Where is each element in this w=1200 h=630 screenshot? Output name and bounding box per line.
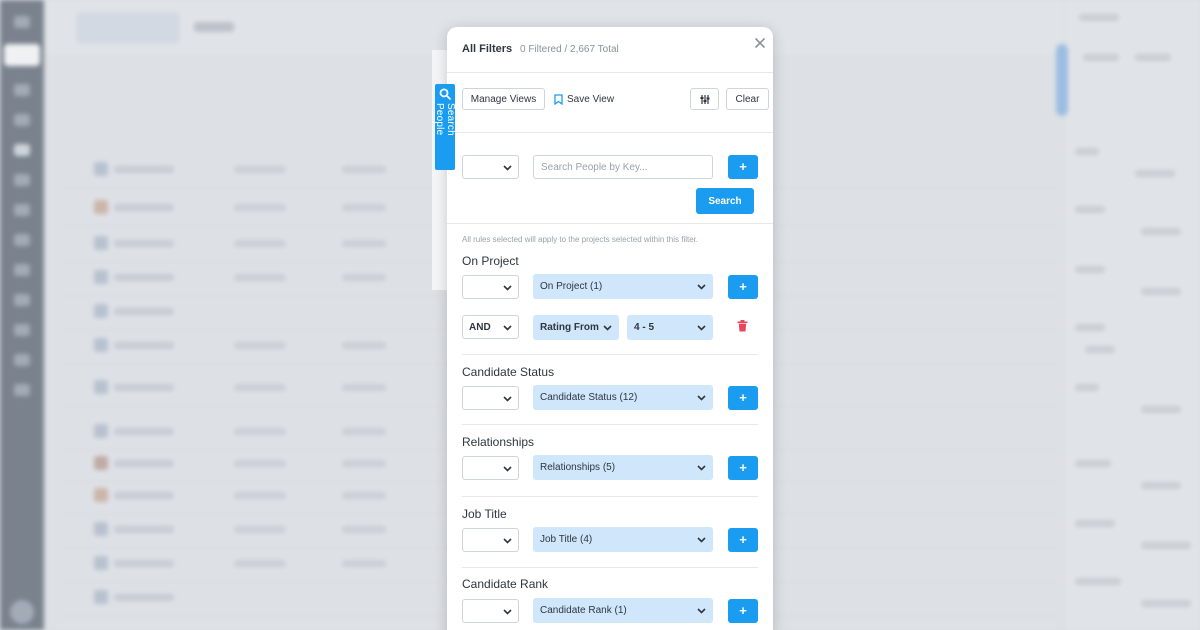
on-project-operator-select[interactable]: [462, 275, 519, 299]
candidate-rank-select-value: Candidate Rank (1): [540, 605, 627, 616]
search-people-input[interactable]: [533, 155, 713, 179]
sliders-icon: [700, 94, 709, 104]
delete-rule-icon[interactable]: [737, 320, 748, 332]
chevron-down-icon: [697, 284, 706, 290]
section-title-relationships: Relationships: [462, 435, 535, 449]
chevron-down-icon: [603, 325, 612, 331]
add-search-rule-button[interactable]: +: [728, 155, 758, 179]
add-relationships-rule-button[interactable]: +: [728, 456, 758, 480]
candidate-rank-operator-select[interactable]: [462, 599, 519, 623]
bookmark-icon: [554, 93, 563, 105]
section-divider: [462, 496, 758, 497]
section-divider: [462, 424, 758, 425]
chevron-down-icon: [503, 396, 512, 402]
chevron-down-icon: [697, 325, 706, 331]
on-project-select[interactable]: On Project (1): [533, 274, 713, 299]
manage-views-button[interactable]: Manage Views: [462, 88, 545, 110]
section-title-candidate-rank: Candidate Rank: [462, 577, 549, 591]
plus-icon: +: [739, 279, 747, 294]
add-candidate-rank-rule-button[interactable]: +: [728, 599, 758, 623]
rule-operator-value: AND: [469, 322, 491, 333]
chevron-down-icon: [503, 538, 512, 544]
relationships-select[interactable]: Relationships (5): [533, 455, 713, 480]
plus-icon: +: [739, 460, 747, 475]
plus-icon: +: [739, 532, 747, 547]
all-filters-modal: All Filters 0 Filtered / 2,667 Total Man…: [447, 27, 773, 630]
search-icon: [439, 88, 451, 100]
rating-from-value: Rating From: [540, 322, 599, 333]
section-title-on-project: On Project: [462, 254, 519, 268]
relationships-select-value: Relationships (5): [540, 462, 616, 473]
close-icon[interactable]: [753, 36, 767, 50]
chevron-down-icon: [503, 285, 512, 291]
search-button[interactable]: Search: [696, 188, 754, 214]
modal-title: All Filters: [462, 43, 513, 55]
chevron-down-icon: [697, 395, 706, 401]
chevron-down-icon: [697, 608, 706, 614]
save-view-label: Save View: [567, 93, 615, 105]
job-title-select-value: Job Title (4): [540, 534, 593, 545]
relationships-operator-select[interactable]: [462, 456, 519, 480]
section-title-candidate-status: Candidate Status: [462, 365, 555, 379]
plus-icon: +: [739, 603, 747, 618]
save-view-button[interactable]: Save View: [554, 92, 614, 106]
search-people-tab-label: Search People: [434, 102, 456, 136]
add-candidate-status-rule-button[interactable]: +: [728, 386, 758, 410]
rating-range-value: 4 - 5: [634, 322, 655, 333]
modal-header: All Filters 0 Filtered / 2,667 Total: [447, 27, 773, 73]
add-job-title-rule-button[interactable]: +: [728, 528, 758, 552]
candidate-status-operator-select[interactable]: [462, 386, 519, 410]
rule-operator-select[interactable]: AND: [462, 315, 519, 339]
add-on-project-rule-button[interactable]: +: [728, 275, 758, 299]
job-title-select[interactable]: Job Title (4): [533, 527, 713, 552]
chevron-down-icon: [697, 465, 706, 471]
plus-icon: +: [739, 159, 747, 174]
candidate-rank-select[interactable]: Candidate Rank (1): [533, 598, 713, 623]
section-divider: [462, 354, 758, 355]
rating-from-select[interactable]: Rating From: [533, 315, 619, 340]
column-settings-button[interactable]: [690, 88, 719, 110]
on-project-select-value: On Project (1): [540, 281, 603, 292]
filter-note: All rules selected will apply to the pro…: [462, 235, 699, 244]
chevron-down-icon: [503, 165, 512, 171]
candidate-status-select[interactable]: Candidate Status (12): [533, 385, 713, 410]
toolbar-divider: [447, 132, 773, 133]
clear-button[interactable]: Clear: [726, 88, 769, 110]
chevron-down-icon: [697, 537, 706, 543]
search-people-tab[interactable]: Search People: [434, 84, 456, 170]
rating-range-select[interactable]: 4 - 5: [627, 315, 713, 340]
chevron-down-icon: [503, 466, 512, 472]
section-divider: [462, 567, 758, 568]
chevron-down-icon: [503, 325, 512, 331]
chevron-down-icon: [503, 609, 512, 615]
search-divider: [447, 223, 773, 224]
filter-count: 0 Filtered / 2,667 Total: [520, 44, 619, 55]
job-title-operator-select[interactable]: [462, 528, 519, 552]
search-field-select[interactable]: [462, 155, 519, 179]
candidate-status-select-value: Candidate Status (12): [540, 392, 638, 403]
section-title-job-title: Job Title: [462, 507, 507, 521]
plus-icon: +: [739, 390, 747, 405]
